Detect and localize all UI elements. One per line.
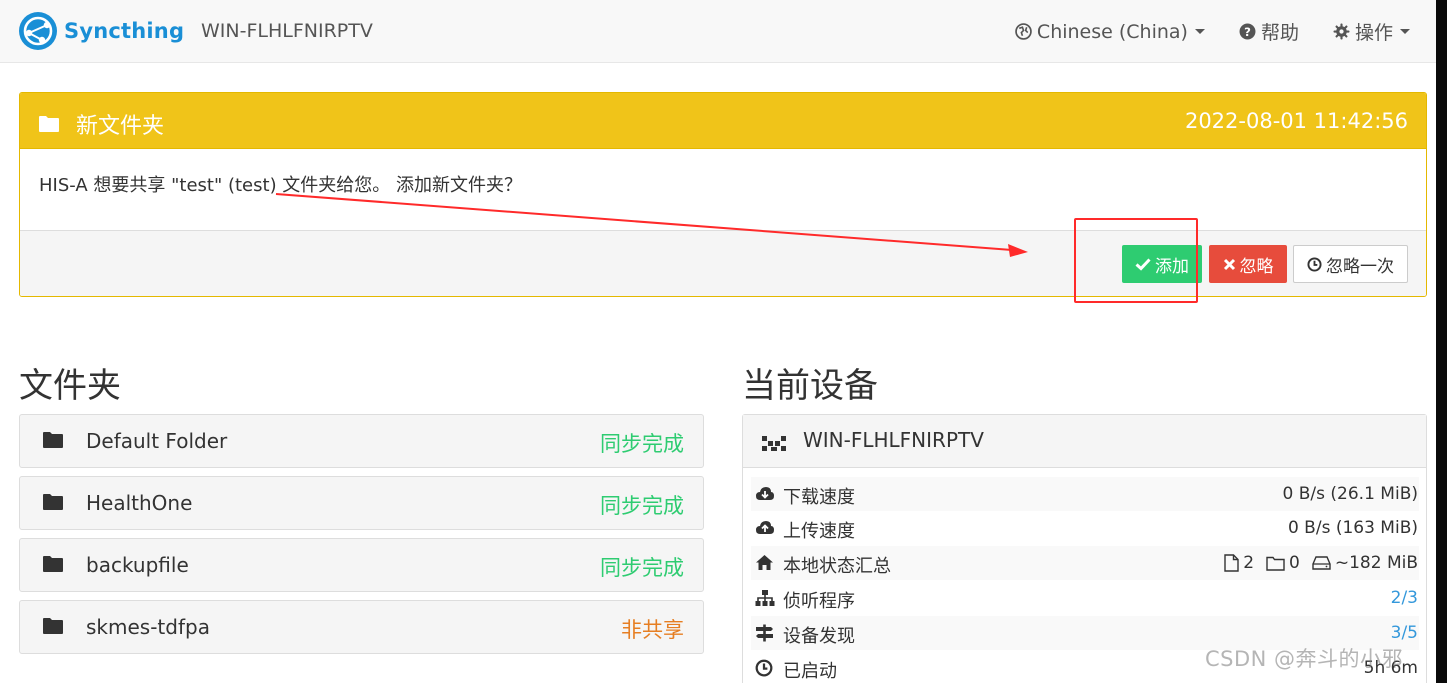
local-state-row: 本地状态汇总 2 0 ~182 MiB [751,546,1419,580]
hdd-icon [1312,556,1331,570]
folder-row-backupfile[interactable]: backupfile 同步完成 [19,538,704,592]
download-rate-row: 下载速度 0 B/s (26.1 MiB) [751,477,1419,511]
this-device-name: WIN-FLHLFNIRPTV [803,428,984,452]
screen-edge [1436,0,1447,683]
cloud-download-icon [756,487,774,500]
clock-icon [755,659,773,677]
actions-label: 操作 [1354,22,1393,44]
help-menu[interactable]: ? 帮助 [1239,18,1299,45]
clock-icon [1307,256,1322,272]
language-label: Chinese (China) [1036,20,1188,43]
upload-rate-row: 上传速度 0 B/s (163 MiB) [751,511,1419,545]
uptime-label: 已启动 [783,661,837,682]
chevron-down-icon [1400,29,1410,34]
notice-message: HIS-A 想要共享 "test" (test) 文件夹给您。 添加新文件夹？ [39,175,523,196]
folder-name: skmes-tdfpa [86,615,210,639]
notice-timestamp: 2022-08-01 11:42:56 [1184,109,1408,133]
brand[interactable]: Syncthing [18,10,184,52]
total-size: ~182 MiB [1334,553,1418,573]
top-navbar: Syncthing WIN-FLHLFNIRPTV Chinese (China… [0,0,1436,63]
svg-text:?: ? [1244,25,1251,39]
syncthing-logo-icon [19,12,57,50]
signpost-icon [756,624,773,642]
listeners-label: 侦听程序 [783,591,855,612]
sitemap-icon [755,590,775,606]
folders-heading: 文件夹 [19,366,121,406]
folder-row-healthone[interactable]: HealthOne 同步完成 [19,476,704,530]
gear-icon [1333,23,1350,40]
listeners-row: 侦听程序 2/3 [751,581,1419,615]
folder-status: 同步完成 [600,432,684,456]
navbar-right: Chinese (China) ? 帮助 操作 [981,18,1410,45]
ignore-once-label: 忽略一次 [1326,256,1394,277]
discovery-label: 设备发现 [783,626,855,647]
files-count: 2 [1243,553,1255,573]
notice-footer: 添加 忽略 忽略一次 [20,230,1426,296]
folder-icon [39,116,59,132]
annotation-highlight-box [1074,218,1198,303]
ignore-once-button[interactable]: 忽略一次 [1293,245,1408,283]
chevron-down-icon [1194,29,1205,34]
dirs-count-item: 0 [1266,553,1300,573]
folder-row-default[interactable]: Default Folder 同步完成 [19,414,704,468]
folder-icon [43,494,63,510]
cloud-upload-icon [756,521,774,534]
listeners-link[interactable]: 2/3 [1391,588,1418,608]
folder-icon [43,556,63,572]
upload-rate-label: 上传速度 [783,521,855,542]
listeners-value[interactable]: 2/3 [1391,588,1418,608]
folder-outline-icon [1266,556,1285,571]
upload-rate-value: 0 B/s (163 MiB) [1287,518,1418,538]
folder-name: backupfile [86,553,189,577]
csdn-watermark: CSDN @奔斗的小邪 [1205,647,1404,671]
device-identicon-icon [762,436,786,451]
notice-title-wrap: 新文件夹 [38,108,164,140]
ignore-button[interactable]: 忽略 [1209,245,1287,283]
question-circle-icon: ? [1239,23,1256,40]
actions-menu[interactable]: 操作 [1333,18,1410,45]
folder-status: 非共享 [621,618,684,642]
download-rate-value: 0 B/s (26.1 MiB) [1282,484,1418,504]
navbar-device-name: WIN-FLHLFNIRPTV [201,20,373,42]
language-dropdown[interactable]: Chinese (China) [1015,21,1205,43]
notice-header: 新文件夹 2022-08-01 11:42:56 [20,93,1426,149]
local-state-label: 本地状态汇总 [783,556,891,577]
help-label: 帮助 [1260,22,1299,44]
folder-name: HealthOne [86,491,193,515]
ignore-label: 忽略 [1239,256,1274,277]
files-count-item: 2 [1224,553,1254,573]
syncthing-page: Syncthing WIN-FLHLFNIRPTV Chinese (China… [0,0,1436,683]
size-item: ~182 MiB [1312,553,1418,573]
dirs-count: 0 [1289,553,1300,573]
folder-icon [43,432,63,448]
local-state-summary: 2 0 ~182 MiB [1212,553,1418,573]
folder-status: 同步完成 [600,494,684,518]
this-device-header[interactable]: WIN-FLHLFNIRPTV [743,415,1426,468]
new-folder-notice: 新文件夹 2022-08-01 11:42:56 HIS-A 想要共享 "tes… [19,92,1427,297]
brand-name: Syncthing [64,19,185,43]
discovery-link[interactable]: 3/5 [1391,623,1418,643]
file-icon [1224,554,1239,572]
notice-title: 新文件夹 [76,114,165,139]
discovery-value[interactable]: 3/5 [1391,623,1418,643]
folder-name: Default Folder [86,429,228,453]
this-device-heading: 当前设备 [742,366,878,406]
globe-icon [1015,23,1032,40]
download-rate-label: 下载速度 [783,487,855,508]
folder-status: 同步完成 [600,556,684,580]
folder-row-skmes[interactable]: skmes-tdfpa 非共享 [19,600,704,654]
home-icon [756,555,773,570]
close-icon [1223,258,1235,270]
folder-icon [43,618,63,634]
